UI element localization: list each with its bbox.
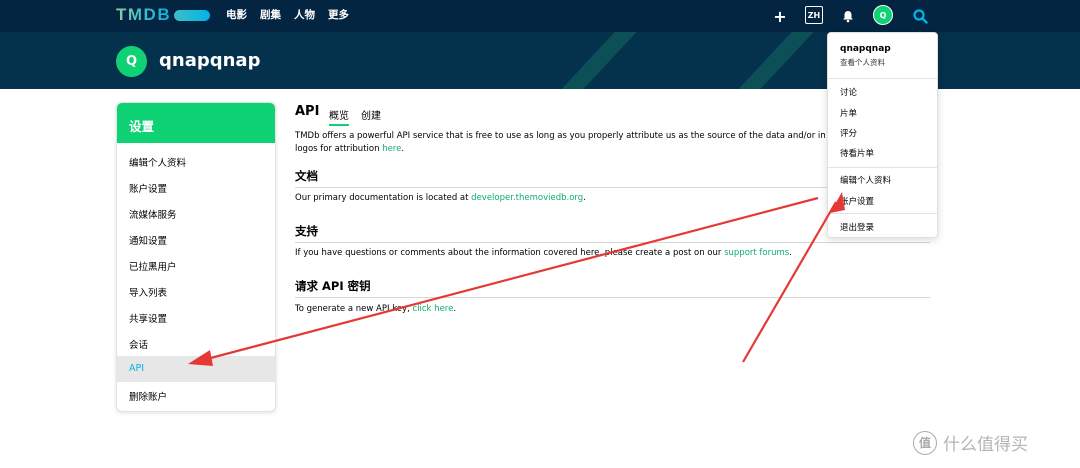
tab-create[interactable]: 创建	[361, 107, 381, 124]
api-key-end: .	[453, 304, 457, 314]
docs-end: .	[583, 193, 586, 203]
sidebar-item-delete-account[interactable]: 删除账户	[117, 382, 275, 408]
watermark-logo: 值	[913, 430, 937, 455]
sidebar-item-api[interactable]: API	[117, 356, 275, 382]
logo-pill	[174, 9, 211, 21]
dropdown-divider	[828, 213, 937, 214]
sidebar-item-streaming[interactable]: 流媒体服务	[117, 200, 275, 226]
intro-line-2: logos for attribution here.	[295, 143, 404, 156]
top-navbar: TMDB 电影 剧集 人物 更多 + ZH Q	[0, 0, 1080, 32]
dropdown-username[interactable]: qnapqnap	[840, 44, 891, 54]
settings-sidebar: 设置 编辑个人资料 账户设置 流媒体服务 通知设置 已拉黑用户 导入列表 共享设…	[116, 102, 276, 412]
intro-text: logos for attribution	[295, 144, 383, 154]
docs-text: Our primary documentation is located at	[295, 193, 472, 203]
language-button[interactable]: ZH	[805, 6, 823, 24]
click-here-link[interactable]: click here	[412, 304, 453, 314]
nav-tv[interactable]: 剧集	[260, 7, 281, 22]
dropdown-divider	[828, 78, 937, 79]
logo-text: TMDB	[116, 5, 172, 24]
banner-stripe	[542, 32, 644, 89]
page-title: API	[295, 104, 320, 119]
dropdown-item-logout[interactable]: 退出登录	[840, 221, 874, 233]
sidebar-item-sharing[interactable]: 共享设置	[117, 304, 275, 330]
nav-more[interactable]: 更多	[328, 7, 349, 22]
dropdown-view-profile[interactable]: 查看个人资料	[840, 57, 885, 68]
tmdb-logo[interactable]: TMDB	[116, 5, 211, 25]
dropdown-item-account-settings[interactable]: 账户设置	[840, 195, 874, 207]
sidebar-title: 设置	[117, 103, 275, 143]
nav-movies[interactable]: 电影	[226, 7, 247, 22]
intro-end: .	[401, 144, 405, 154]
dropdown-item-watchlist[interactable]: 待看片单	[840, 147, 874, 159]
sidebar-item-sessions[interactable]: 会话	[117, 330, 275, 356]
nav-people[interactable]: 人物	[294, 7, 315, 22]
watermark: 值 什么值得买	[913, 430, 1028, 455]
dropdown-item-lists[interactable]: 片单	[840, 107, 857, 119]
bell-icon[interactable]	[840, 0, 856, 32]
sidebar-item-edit-profile[interactable]: 编辑个人资料	[117, 148, 275, 174]
plus-icon[interactable]: +	[771, 0, 789, 32]
api-key-heading: 请求 API 密钥	[295, 278, 930, 298]
sidebar-item-import-lists[interactable]: 导入列表	[117, 278, 275, 304]
profile-username[interactable]: qnapqnap	[159, 50, 260, 71]
dropdown-divider	[828, 167, 937, 168]
api-key-text: To generate a new API key,	[295, 304, 413, 314]
search-icon[interactable]	[911, 0, 929, 32]
sidebar-item-account-settings[interactable]: 账户设置	[117, 174, 275, 200]
support-paragraph: If you have questions or comments about …	[295, 247, 792, 260]
sidebar-item-notifications[interactable]: 通知设置	[117, 226, 275, 252]
docs-paragraph: Our primary documentation is located at …	[295, 192, 586, 205]
sidebar-item-blocked-users[interactable]: 已拉黑用户	[117, 252, 275, 278]
tab-overview[interactable]: 概览	[329, 107, 349, 126]
watermark-text: 什么值得买	[943, 435, 1028, 455]
support-end: .	[789, 248, 792, 258]
docs-link[interactable]: developer.themoviedb.org	[471, 193, 583, 203]
nav-links: 电影 剧集 人物 更多	[226, 7, 349, 22]
attribution-link[interactable]: here	[382, 144, 401, 154]
user-dropdown-menu: qnapqnap 查看个人资料 讨论 片单 评分 待看片单 编辑个人资料 账户设…	[827, 32, 938, 238]
api-key-paragraph: To generate a new API key, click here.	[295, 303, 456, 316]
support-text: If you have questions or comments about …	[295, 248, 725, 258]
banner-stripe	[719, 32, 821, 89]
intro-line-1: TMDb offers a powerful API service that …	[295, 131, 825, 141]
dropdown-item-discussions[interactable]: 讨论	[840, 86, 857, 98]
support-forums-link[interactable]: support forums	[724, 248, 789, 258]
dropdown-item-ratings[interactable]: 评分	[840, 127, 857, 139]
dropdown-item-edit-profile[interactable]: 编辑个人资料	[840, 174, 891, 186]
profile-avatar[interactable]: Q	[116, 46, 147, 77]
user-avatar-button[interactable]: Q	[873, 5, 893, 25]
